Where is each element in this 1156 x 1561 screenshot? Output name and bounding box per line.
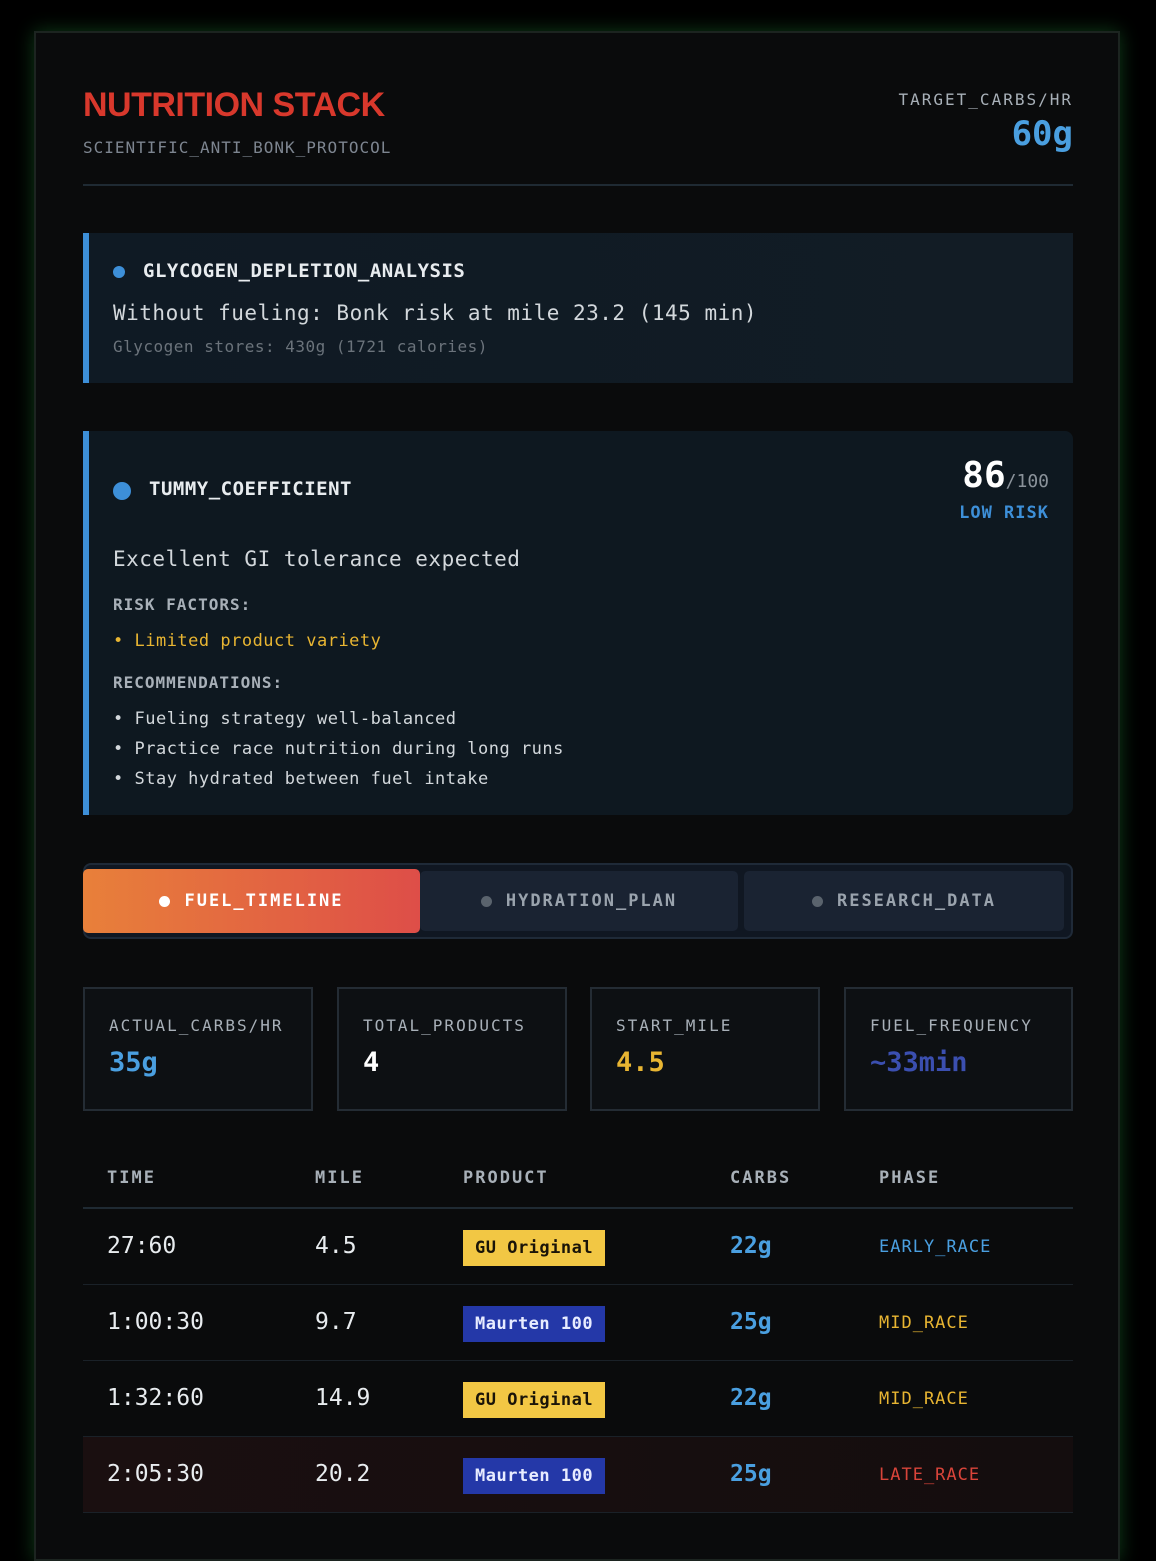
tummy-heading: TUMMY_COEFFICIENT	[149, 478, 352, 500]
stat-card-total-products: TOTAL_PRODUCTS 4	[337, 987, 567, 1111]
stat-label: START_MILE	[616, 1016, 733, 1035]
stat-card-actual-carbs: ACTUAL_CARBS/HR 35g	[83, 987, 313, 1111]
table-row: 1:00:30 9.7 Maurten 100 25g MID_RACE	[83, 1285, 1073, 1361]
tab-dot-icon	[811, 895, 823, 907]
tab-fuel-timeline[interactable]: FUEL_TIMELINE	[83, 869, 420, 933]
tab-bar: FUEL_TIMELINE HYDRATION_PLAN RESEARCH_DA…	[83, 863, 1073, 939]
fuel-timeline-table: TIME MILE PRODUCT CARBS PHASE 27:60 4.5 …	[83, 1146, 1073, 1513]
tab-label: HYDRATION_PLAN	[505, 891, 678, 911]
list-item: Fueling strategy well-balanced	[113, 704, 564, 734]
table-row: 1:32:60 14.9 GU Original 22g MID_RACE	[83, 1361, 1073, 1437]
status-dot-icon	[113, 266, 125, 278]
tummy-panel: TUMMY_COEFFICIENT 86/100 LOW RISK Excell…	[83, 431, 1073, 815]
tab-label: FUEL_TIMELINE	[184, 891, 344, 911]
tab-hydration-plan[interactable]: HYDRATION_PLAN	[420, 871, 738, 931]
cell-mile: 4.5	[315, 1233, 357, 1259]
cell-phase: MID_RACE	[879, 1389, 969, 1409]
stat-label: ACTUAL_CARBS/HR	[109, 1016, 284, 1035]
cell-carbs: 22g	[730, 1385, 772, 1411]
table-row: 27:60 4.5 GU Original 22g EARLY_RACE	[83, 1209, 1073, 1285]
list-item: Limited product variety	[113, 626, 381, 656]
stat-value: ~33min	[870, 1047, 968, 1078]
target-carbs-label: TARGET_CARBS/HR	[898, 90, 1073, 109]
product-badge: GU Original	[463, 1230, 606, 1266]
tummy-description: Excellent GI tolerance expected	[113, 547, 521, 571]
product-badge: Maurten 100	[463, 1458, 606, 1494]
table-row: 2:05:30 20.2 Maurten 100 25g LATE_RACE	[83, 1437, 1073, 1513]
cell-time: 1:00:30	[107, 1309, 204, 1335]
stat-value: 4.5	[616, 1047, 665, 1078]
column-header-phase: PHASE	[879, 1168, 941, 1188]
page-title: NUTRITION STACK	[83, 86, 385, 124]
tab-dot-icon	[480, 895, 492, 907]
glycogen-stores: Glycogen stores: 430g (1721 calories)	[113, 337, 488, 356]
stat-card-fuel-frequency: FUEL_FREQUENCY ~33min	[844, 987, 1073, 1111]
page-header: NUTRITION STACK SCIENTIFIC_ANTI_BONK_PRO…	[83, 84, 1073, 186]
cell-carbs: 25g	[730, 1309, 772, 1335]
recommendations-list: Fueling strategy well-balanced Practice …	[113, 704, 564, 794]
cell-time: 2:05:30	[107, 1461, 204, 1487]
stat-label: TOTAL_PRODUCTS	[363, 1016, 526, 1035]
glycogen-bonk-risk: Without fueling: Bonk risk at mile 23.2 …	[113, 301, 758, 325]
cell-carbs: 22g	[730, 1233, 772, 1259]
cell-carbs: 25g	[730, 1461, 772, 1487]
tummy-score: 86/100	[962, 455, 1049, 496]
list-item: Stay hydrated between fuel intake	[113, 764, 564, 794]
risk-factors-list: Limited product variety	[113, 626, 381, 656]
page-subtitle: SCIENTIFIC_ANTI_BONK_PROTOCOL	[83, 138, 392, 157]
glycogen-heading: GLYCOGEN_DEPLETION_ANALYSIS	[143, 260, 466, 282]
cell-mile: 9.7	[315, 1309, 357, 1335]
list-item: Practice race nutrition during long runs	[113, 734, 564, 764]
column-header-product: PRODUCT	[463, 1168, 549, 1188]
stat-value: 35g	[109, 1047, 158, 1078]
column-header-time: TIME	[107, 1168, 156, 1188]
column-header-mile: MILE	[315, 1168, 364, 1188]
cell-phase: LATE_RACE	[879, 1465, 981, 1485]
stat-card-start-mile: START_MILE 4.5	[590, 987, 820, 1111]
table-header: TIME MILE PRODUCT CARBS PHASE	[83, 1146, 1073, 1209]
cell-mile: 14.9	[315, 1385, 371, 1411]
tab-dot-icon	[159, 895, 171, 907]
risk-factors-label: RISK FACTORS:	[113, 595, 252, 614]
stat-cards: ACTUAL_CARBS/HR 35g TOTAL_PRODUCTS 4 STA…	[83, 987, 1073, 1111]
product-badge: Maurten 100	[463, 1306, 606, 1342]
cell-time: 1:32:60	[107, 1385, 204, 1411]
glycogen-panel: GLYCOGEN_DEPLETION_ANALYSIS Without fuel…	[83, 233, 1073, 383]
risk-level-badge: LOW RISK	[959, 503, 1049, 523]
recommendations-label: RECOMMENDATIONS:	[113, 673, 284, 692]
cell-phase: MID_RACE	[879, 1313, 969, 1333]
stat-label: FUEL_FREQUENCY	[870, 1016, 1033, 1035]
cell-time: 27:60	[107, 1233, 177, 1259]
stat-value: 4	[363, 1047, 380, 1078]
status-dot-icon	[113, 482, 131, 500]
tummy-score-value: 86	[962, 455, 1006, 496]
cell-mile: 20.2	[315, 1461, 371, 1487]
tummy-score-max: /100	[1005, 471, 1049, 492]
tab-research-data[interactable]: RESEARCH_DATA	[744, 871, 1064, 931]
product-badge: GU Original	[463, 1382, 606, 1418]
tab-label: RESEARCH_DATA	[836, 891, 997, 911]
column-header-carbs: CARBS	[730, 1168, 792, 1188]
cell-phase: EARLY_RACE	[879, 1237, 992, 1257]
target-carbs-value: 60g	[1011, 114, 1073, 154]
